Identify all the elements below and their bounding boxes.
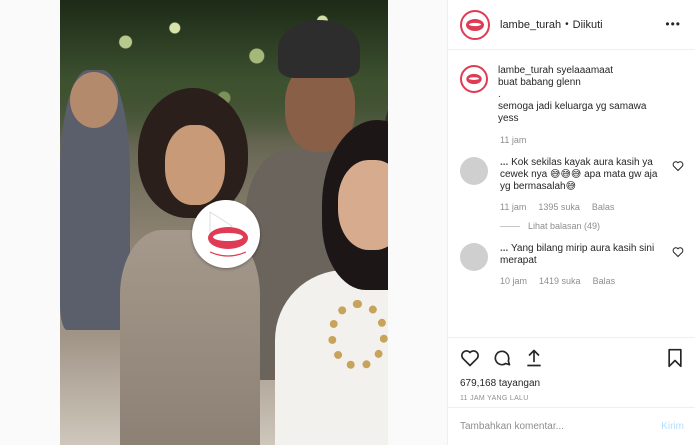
caption-line: . [498,89,501,100]
media-pane [0,0,447,445]
comment-meta: 10 jam 1419 suka Balas [500,275,666,287]
video-woman-face [165,125,225,205]
comment-meta: 11 jam 1395 suka Balas [500,201,666,213]
view-count[interactable]: 679,168 tayangan [460,378,684,389]
caption-line: buat babang glenn [498,77,581,88]
caption-username[interactable]: lambe_turah [498,65,554,76]
bookmark-icon[interactable] [666,348,684,368]
share-icon[interactable] [524,348,544,368]
comment-username[interactable]: ... [500,243,508,254]
post-actions: 679,168 tayangan 11 JAM YANG LALU [448,337,695,407]
lips-logo-icon [466,73,482,85]
post-caption: lambe_turah syelaaamaat buat babang glen… [460,65,684,125]
view-replies-button[interactable]: Lihat balasan (49) [500,221,684,231]
heart-icon[interactable] [460,348,480,368]
comment-text: ... Kok sekilas kayak aura kasih ya cewe… [500,157,666,193]
caption-line: syelaaamaat [556,65,614,76]
add-comment-bar: Kirim [448,407,695,445]
post-time: 11 JAM YANG LALU [460,395,529,402]
view-replies-label: Lihat balasan (49) [528,221,601,231]
comment-avatar[interactable] [460,243,488,271]
caption-line: semoga jadi keluarga yg samawa [498,101,647,112]
reply-button[interactable]: Balas [592,201,615,213]
video-woman2-face [338,160,388,250]
caption-line: yess [498,113,519,124]
reply-button[interactable]: Balas [593,275,616,287]
replies-divider [500,225,520,227]
comments-list[interactable]: lambe_turah syelaaamaat buat babang glen… [448,51,695,337]
post-header: lambe_turah • Diikuti ••• [448,0,695,50]
comment-item: ... Kok sekilas kayak aura kasih ya cewe… [460,157,684,213]
comment-age: 10 jam [500,276,528,286]
more-icon[interactable]: ••• [665,17,681,31]
comment-item: ... Yang bilang mirip aura kasih sini me… [460,243,684,287]
caption-avatar[interactable] [460,65,488,93]
caption-text: lambe_turah syelaaamaat buat babang glen… [498,65,646,125]
caption-age: 11 jam [500,135,527,145]
video-man-hat [278,20,360,78]
send-button[interactable]: Kirim [661,421,684,432]
lips-logo-icon [466,18,484,31]
comment-username[interactable]: ... [500,157,508,168]
comment-heart-icon[interactable] [672,246,684,258]
play-badge-icon[interactable] [192,200,260,268]
comment-body: Yang bilang mirip aura kasih sini merapa… [500,243,655,266]
comment-body: Kok sekilas kayak aura kasih ya cewek ny… [500,157,658,192]
post-sidebar: lambe_turah • Diikuti ••• lambe_turah sy… [447,0,695,445]
comment-likes[interactable]: 1395 suka [538,201,580,213]
avatar[interactable] [460,9,490,40]
comment-avatar[interactable] [460,157,488,185]
comment-likes[interactable]: 1419 suka [539,275,581,287]
comment-heart-icon[interactable] [672,160,684,172]
comment-icon[interactable] [492,348,512,368]
follow-status-button[interactable]: Diikuti [573,19,603,31]
comment-input[interactable] [460,421,662,432]
comment-text: ... Yang bilang mirip aura kasih sini me… [500,243,666,267]
comment-age: 11 jam [500,202,527,212]
video-necklace [328,300,388,370]
video-person-left-head [70,72,118,128]
header-username[interactable]: lambe_turah [500,19,561,31]
header-separator: • [565,19,569,30]
